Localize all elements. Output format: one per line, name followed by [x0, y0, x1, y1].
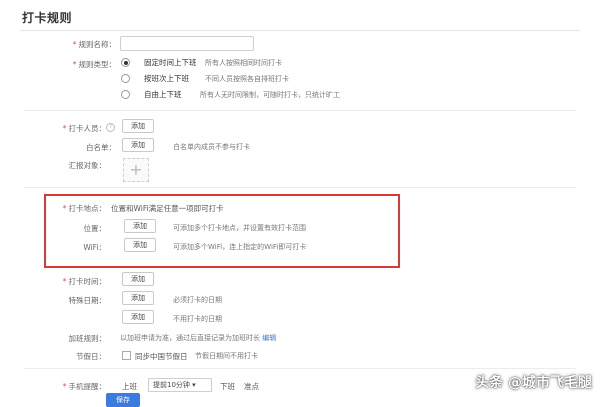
- location-highlight-box: [44, 194, 400, 268]
- holiday-label: 节假日：: [76, 352, 106, 361]
- overtime-text: 以加班申请为准，通过后直接记录为加班时长 编辑: [120, 334, 277, 342]
- members-add-button[interactable]: 添加: [122, 119, 154, 133]
- save-button[interactable]: 保存: [106, 393, 140, 407]
- rule-name-input[interactable]: [120, 36, 254, 51]
- radio-fixed-time-title: 固定时间上下班: [144, 58, 197, 67]
- reminder-label: * 手机提醒：: [62, 382, 106, 391]
- reminder-off-work: 下班: [220, 382, 235, 391]
- radio-shift-desc: 不同人员按照各自排班打卡: [205, 75, 289, 83]
- special-required-add-button[interactable]: 添加: [122, 291, 154, 305]
- radio-free[interactable]: [121, 90, 130, 99]
- holiday-check-label: 同步中国节假日: [135, 352, 188, 361]
- section-divider-1: [24, 110, 576, 111]
- special-required-hint: 必须打卡的日期: [173, 296, 222, 304]
- radio-shift-title: 按班次上下班: [144, 74, 189, 83]
- rule-type-label: * 规则类型：: [72, 60, 116, 69]
- rule-name-label: * 规则名称：: [72, 40, 116, 49]
- title-divider: [20, 30, 580, 31]
- section-divider-3: [24, 368, 576, 369]
- holiday-hint: 节假日期间不用打卡: [195, 352, 258, 360]
- members-label: * 打卡人员：: [62, 124, 106, 133]
- overtime-label: 加班规则：: [68, 334, 107, 343]
- reminder-off-value: 准点: [244, 382, 259, 391]
- holiday-checkbox[interactable]: [122, 351, 131, 360]
- reminder-on-work: 上班: [122, 382, 137, 391]
- time-label: * 打卡时间：: [62, 277, 106, 286]
- special-exempt-add-button[interactable]: 添加: [122, 310, 154, 324]
- special-exempt-hint: 不用打卡的日期: [173, 315, 222, 323]
- radio-free-title: 自由上下班: [144, 90, 182, 99]
- radio-fixed-time[interactable]: [121, 58, 130, 67]
- radio-free-desc: 所有人无时间限制，可随时打卡，只统计旷工: [200, 91, 340, 99]
- time-add-button[interactable]: 添加: [122, 272, 154, 286]
- radio-shift[interactable]: [121, 74, 130, 83]
- section-divider-2: [24, 187, 576, 188]
- reminder-select[interactable]: 提前10分钟 ▾: [148, 378, 212, 392]
- whitelist-label: 白名单：: [86, 143, 116, 152]
- special-date-label: 特殊日期：: [68, 296, 107, 305]
- report-label: 汇报对象：: [68, 161, 107, 170]
- radio-fixed-time-desc: 所有人按照相同时间打卡: [205, 59, 282, 67]
- page-title: 打卡规则: [22, 11, 73, 25]
- overtime-edit-link[interactable]: 编辑: [262, 334, 276, 342]
- report-add-plus-icon[interactable]: +: [123, 158, 149, 182]
- whitelist-hint: 白名单内成员不参与打卡: [173, 143, 250, 151]
- whitelist-add-button[interactable]: 添加: [122, 138, 154, 152]
- help-icon: ?: [106, 123, 115, 132]
- watermark: 头条 @城市飞毛腿: [475, 375, 592, 391]
